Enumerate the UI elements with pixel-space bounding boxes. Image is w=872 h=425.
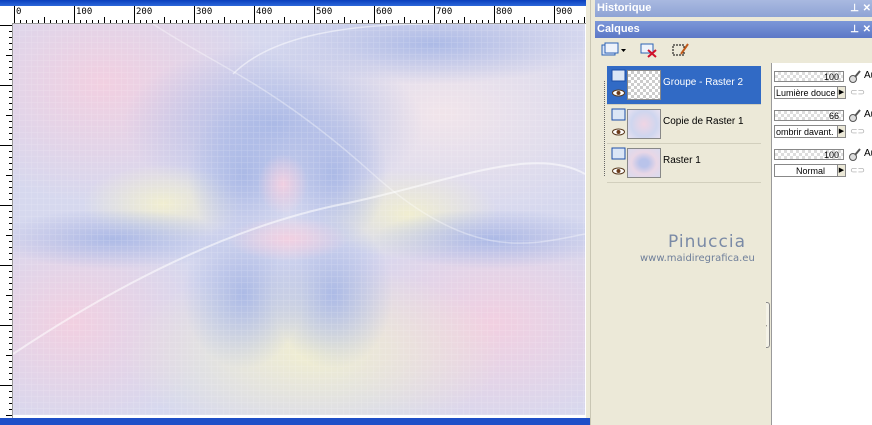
layer-name[interactable]: Groupe - Raster 2: [663, 77, 743, 88]
layer-name[interactable]: Raster 1: [663, 155, 701, 166]
historique-palette-header[interactable]: Historique ⊥ ✕: [595, 0, 872, 17]
opacity-slider[interactable]: 100: [774, 149, 844, 160]
delete-layer-button[interactable]: [639, 40, 659, 60]
calques-title: Calques: [597, 23, 640, 35]
chevron-right-icon[interactable]: ▶: [837, 86, 846, 99]
blend-mode-value: Normal: [795, 166, 825, 176]
ruler-label-500: 500: [316, 7, 333, 17]
canvas-scrollbar-horizontal[interactable]: [0, 418, 590, 425]
close-palette-icon[interactable]: ✕: [863, 0, 871, 17]
watermark-name: Pinuccia: [668, 232, 746, 252]
ruler-label-900: 900: [556, 7, 573, 17]
edit-selection-icon: [672, 43, 689, 56]
eye-icon: [611, 147, 626, 175]
opacity-slider[interactable]: 100: [774, 71, 844, 82]
lock-label: Au: [864, 109, 872, 120]
link-icon[interactable]: ⊂⊃: [850, 126, 865, 137]
layer-thumbnail: [627, 109, 661, 139]
link-icon[interactable]: ⊂⊃: [850, 87, 865, 98]
link-icon[interactable]: ⊂⊃: [850, 165, 865, 176]
palettes-panel: Historique ⊥ ✕ Calques ⊥ ✕ Groupe - Rast…: [590, 0, 872, 425]
layer-row-copie-de-raster-1[interactable]: Copie de Raster 1: [607, 105, 761, 144]
eye-icon: [611, 69, 626, 97]
layer-thumbnail: [627, 148, 661, 178]
layer-visibility-icons[interactable]: [611, 108, 627, 140]
horizontal-ruler: 0 100 200 300 400 500 600 700 800 900: [12, 6, 586, 24]
new-layer-button[interactable]: [601, 40, 627, 60]
lock-icon[interactable]: [848, 70, 862, 84]
layer-props-groupe-raster-2: 100 Lumière douce ▶ ⊂⊃ Au: [774, 66, 872, 104]
canvas-area[interactable]: 0 100 200 300 400 500 600 700 800 900: [0, 0, 590, 425]
lock-icon[interactable]: [848, 109, 862, 123]
opacity-slider[interactable]: 66: [774, 110, 844, 121]
chevron-right-icon[interactable]: ▶: [837, 164, 846, 177]
layer-row-raster-1[interactable]: Raster 1: [607, 144, 761, 183]
ruler-label-800: 800: [496, 7, 513, 17]
watermark-url: www.maidiregrafica.eu: [640, 253, 755, 264]
edit-selection-button[interactable]: [671, 40, 691, 60]
lock-icon[interactable]: [848, 148, 862, 162]
blend-mode-select[interactable]: Lumière douce: [774, 86, 846, 99]
pin-icon[interactable]: ⊥: [850, 0, 859, 17]
blend-mode-select[interactable]: Normal: [774, 164, 846, 177]
layer-props-copie-de-raster-1: 66 ombrir davant. ▶ ⊂⊃ Au: [774, 105, 872, 143]
layers-toolbar: [595, 38, 872, 62]
ruler-corner: [0, 6, 12, 23]
eye-icon: [611, 108, 626, 136]
group-tree-line: [604, 81, 606, 176]
ruler-label-300: 300: [196, 7, 213, 17]
layer-props-raster-1: 100 Normal ▶ ⊂⊃ Au: [774, 144, 872, 182]
layer-name[interactable]: Copie de Raster 1: [663, 116, 744, 127]
ruler-label-700: 700: [436, 7, 453, 17]
layer-thumbnail: [627, 70, 661, 100]
historique-title: Historique: [597, 2, 652, 14]
new-layer-icon: [601, 42, 626, 56]
vertical-ruler-ticks: [0, 25, 12, 416]
abstract-pastel-artwork: [13, 24, 585, 415]
delete-layer-icon: [640, 43, 657, 58]
layer-row-groupe-raster-2[interactable]: Groupe - Raster 2: [607, 66, 761, 105]
ruler-label-400: 400: [256, 7, 273, 17]
layer-properties-list: 100 Lumière douce ▶ ⊂⊃ Au 66 ombrir dava…: [771, 63, 872, 425]
blend-mode-value: ombrir davant.: [776, 127, 834, 137]
layer-visibility-icons[interactable]: [611, 69, 627, 101]
canvas-image[interactable]: [13, 24, 585, 415]
ruler-label-0: 0: [16, 7, 22, 17]
ruler-label-100: 100: [76, 7, 93, 17]
lock-label: Au: [864, 148, 872, 159]
close-palette-icon[interactable]: ✕: [863, 21, 871, 38]
ruler-label-600: 600: [376, 7, 393, 17]
layer-visibility-icons[interactable]: [611, 147, 627, 179]
pin-icon[interactable]: ⊥: [850, 21, 859, 38]
blend-mode-value: Lumière douce: [776, 88, 836, 98]
calques-palette-header[interactable]: Calques ⊥ ✕: [595, 21, 872, 38]
chevron-right-icon[interactable]: ▶: [837, 125, 846, 138]
blend-mode-select[interactable]: ombrir davant.: [774, 125, 846, 138]
lock-label: Au: [864, 70, 872, 81]
vertical-ruler: [0, 23, 13, 418]
ruler-label-200: 200: [136, 7, 153, 17]
